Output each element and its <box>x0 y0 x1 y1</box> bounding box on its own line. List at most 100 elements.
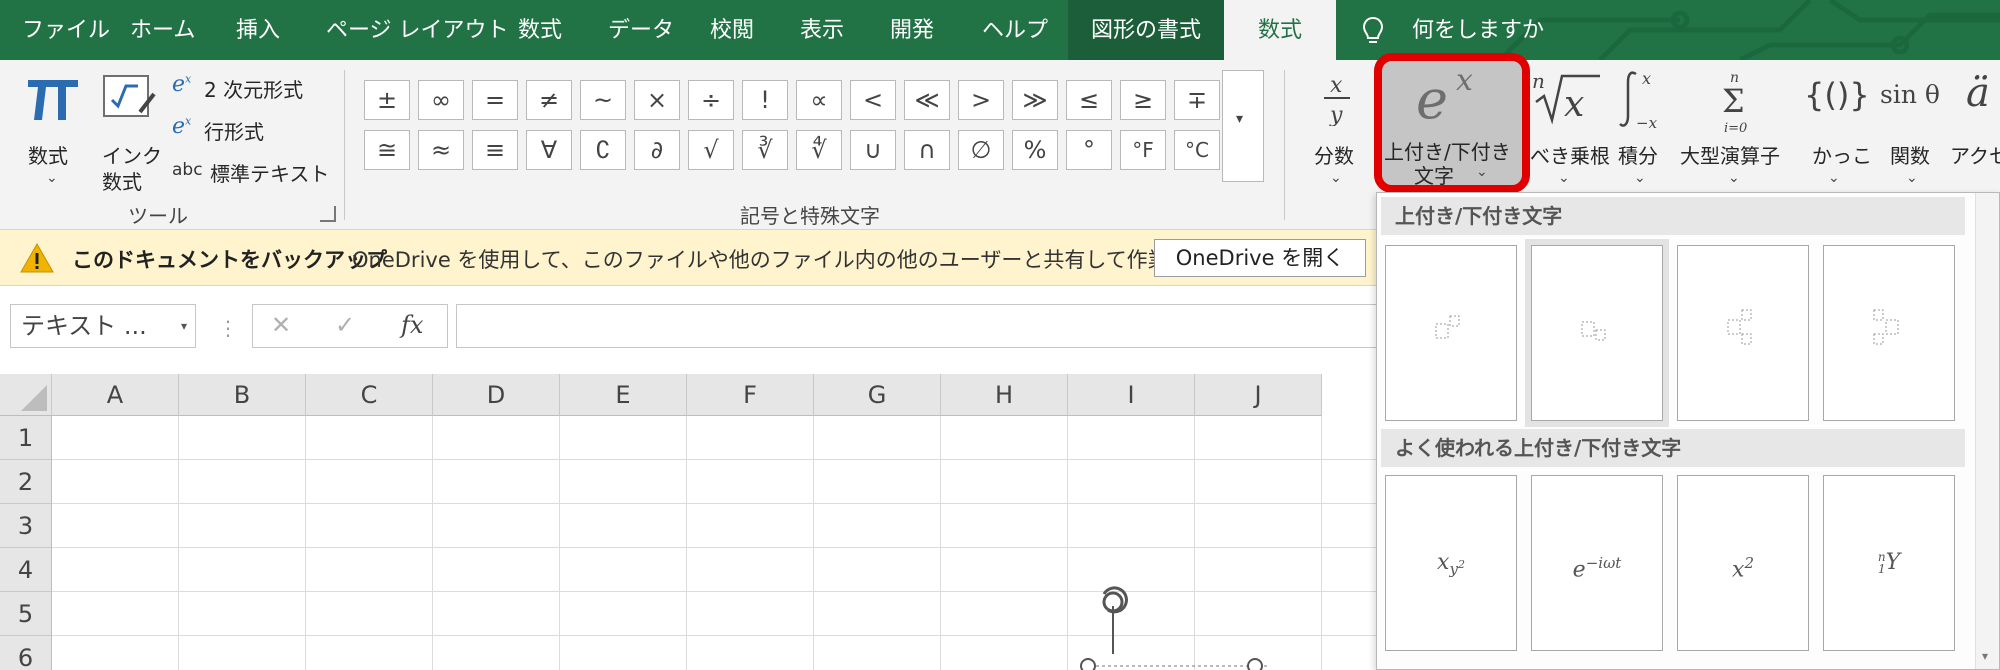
symbol-button[interactable]: ! <box>742 80 788 120</box>
symbol-button[interactable]: ≥ <box>1120 80 1166 120</box>
accent-button[interactable]: ä アクセ <box>1950 66 2000 196</box>
tab-shape-format[interactable]: 図形の書式 <box>1068 0 1224 60</box>
select-all-corner[interactable] <box>0 374 52 416</box>
row-header[interactable]: 3 <box>0 504 52 548</box>
gallery-scrollbar[interactable]: ▾ <box>1975 193 1999 669</box>
summation-icon: n Σ i=0 <box>1722 70 1747 136</box>
equation-object-handles[interactable] <box>1070 584 1270 670</box>
integral-button[interactable]: x −x 積分 ⌄ <box>1612 66 1672 196</box>
dropdown-icon[interactable]: ▾ <box>181 305 187 347</box>
subscript-tile[interactable] <box>1385 245 1517 421</box>
left-sub-superscript-tile[interactable] <box>1823 245 1955 421</box>
enter-icon[interactable]: ✓ <box>335 311 355 339</box>
column-header[interactable]: I <box>1068 374 1195 416</box>
svg-text:n: n <box>1532 69 1545 93</box>
symbol-button[interactable]: ∜ <box>796 130 842 170</box>
tab-insert[interactable]: 挿入 <box>236 0 280 60</box>
superscript-tile[interactable] <box>1525 239 1669 427</box>
symbol-button[interactable]: ≪ <box>904 80 950 120</box>
common-tile-x-sub-y2[interactable]: xy2 <box>1385 475 1517 651</box>
tab-home[interactable]: ホーム <box>130 0 195 60</box>
common-tile-e-iwt[interactable]: e−iωt <box>1531 475 1663 651</box>
name-box-value: テキスト ... <box>21 312 147 340</box>
scroll-down-icon[interactable]: ▾ <box>1982 649 1988 663</box>
tab-review[interactable]: 校閲 <box>710 0 754 60</box>
row-header[interactable]: 2 <box>0 460 52 504</box>
symbol-button[interactable]: ∪ <box>850 130 896 170</box>
tab-formulas[interactable]: 数式 <box>518 0 562 60</box>
column-header[interactable]: F <box>687 374 814 416</box>
linear-button[interactable]: ex 行形式 <box>170 114 330 146</box>
symbol-button[interactable]: ∁ <box>580 130 626 170</box>
normal-text-button[interactable]: abc 標準テキスト <box>170 156 330 188</box>
row-header[interactable]: 5 <box>0 592 52 636</box>
large-operator-button[interactable]: n Σ i=0 大型演算子 ⌄ <box>1678 66 1794 196</box>
symbol-button[interactable]: % <box>1012 130 1058 170</box>
tab-page-layout[interactable]: ページ レイアウト <box>326 0 509 60</box>
row-header[interactable]: 6 <box>0 636 52 670</box>
cancel-icon[interactable]: ✕ <box>271 311 291 339</box>
column-header[interactable]: A <box>52 374 179 416</box>
symbol-button[interactable]: ≠ <box>526 80 572 120</box>
symbol-button[interactable]: ∩ <box>904 130 950 170</box>
bracket-button[interactable]: {()} かっこ ⌄ <box>1800 66 1872 196</box>
symbol-button[interactable]: √ <box>688 130 734 170</box>
symbol-button[interactable]: ≫ <box>1012 80 1058 120</box>
symbol-button[interactable]: ∅ <box>958 130 1004 170</box>
dialog-launcher-icon[interactable] <box>320 206 336 222</box>
worksheet-grid[interactable]: ABCDEFGHIJ 123456 <box>0 374 1380 670</box>
symbol-button[interactable]: × <box>634 80 680 120</box>
symbol-button[interactable]: ≅ <box>364 130 410 170</box>
symbol-button[interactable]: ∛ <box>742 130 788 170</box>
symbol-button[interactable]: < <box>850 80 896 120</box>
ink-equation-button[interactable]: インク 数式 <box>96 66 166 196</box>
insert-function-icon[interactable]: fx <box>401 311 423 339</box>
symbol-button[interactable]: °F <box>1120 130 1166 170</box>
symbol-button[interactable]: ≡ <box>472 130 518 170</box>
splitter-icon[interactable]: ⋮ <box>218 316 238 340</box>
tab-developer[interactable]: 開発 <box>890 0 934 60</box>
column-header[interactable]: D <box>433 374 560 416</box>
symbol-button[interactable]: = <box>472 80 518 120</box>
common-tile-n1-y[interactable]: n 1Y <box>1823 475 1955 651</box>
tab-view[interactable]: 表示 <box>800 0 844 60</box>
symbol-button[interactable]: > <box>958 80 1004 120</box>
common-tile-x-squared[interactable]: x2 <box>1677 475 1809 651</box>
sub-superscript-tile[interactable] <box>1677 245 1809 421</box>
symbol-button[interactable]: ≤ <box>1066 80 1112 120</box>
name-box[interactable]: テキスト ... ▾ <box>10 304 196 348</box>
column-header[interactable]: H <box>941 374 1068 416</box>
fraction-button[interactable]: x y 分数 ⌄ <box>1312 66 1362 196</box>
function-button[interactable]: sin θ 関数 ⌄ <box>1878 66 1948 196</box>
tab-help[interactable]: ヘルプ <box>982 0 1048 60</box>
symbol-button[interactable]: ± <box>364 80 410 120</box>
symbol-button[interactable]: ° <box>1066 130 1112 170</box>
column-header[interactable]: C <box>306 374 433 416</box>
symbol-button[interactable]: ÷ <box>688 80 734 120</box>
tab-data[interactable]: データ <box>608 0 674 60</box>
row-header[interactable]: 1 <box>0 416 52 460</box>
row-header[interactable]: 4 <box>0 548 52 592</box>
column-header[interactable]: B <box>179 374 306 416</box>
tab-file[interactable]: ファイル <box>22 0 110 60</box>
symbol-button[interactable]: ∀ <box>526 130 572 170</box>
open-onedrive-button[interactable]: OneDrive を開く <box>1154 239 1366 277</box>
symbol-button[interactable]: ∞ <box>418 80 464 120</box>
symbol-button[interactable]: °C <box>1174 130 1220 170</box>
column-header[interactable]: G <box>814 374 941 416</box>
symbol-button[interactable]: ≈ <box>418 130 464 170</box>
symbol-button[interactable]: ∝ <box>796 80 842 120</box>
symbol-button[interactable]: ∓ <box>1174 80 1220 120</box>
professional-button[interactable]: ex 2 次元形式 <box>170 72 330 104</box>
svg-text:i=0: i=0 <box>1724 121 1747 136</box>
symbol-button[interactable]: ~ <box>580 80 626 120</box>
formula-input[interactable] <box>456 304 1380 348</box>
column-header[interactable]: E <box>560 374 687 416</box>
radical-button[interactable]: n x べき乗根 ⌄ <box>1530 66 1610 196</box>
equation-button[interactable]: 数式 ⌄ <box>18 66 86 196</box>
tab-equation[interactable]: 数式 <box>1224 0 1336 60</box>
symbol-button[interactable]: ∂ <box>634 130 680 170</box>
column-header[interactable]: J <box>1195 374 1322 416</box>
symbols-more-button[interactable]: ▾ <box>1222 70 1264 182</box>
professional-icon: ex <box>172 72 192 97</box>
